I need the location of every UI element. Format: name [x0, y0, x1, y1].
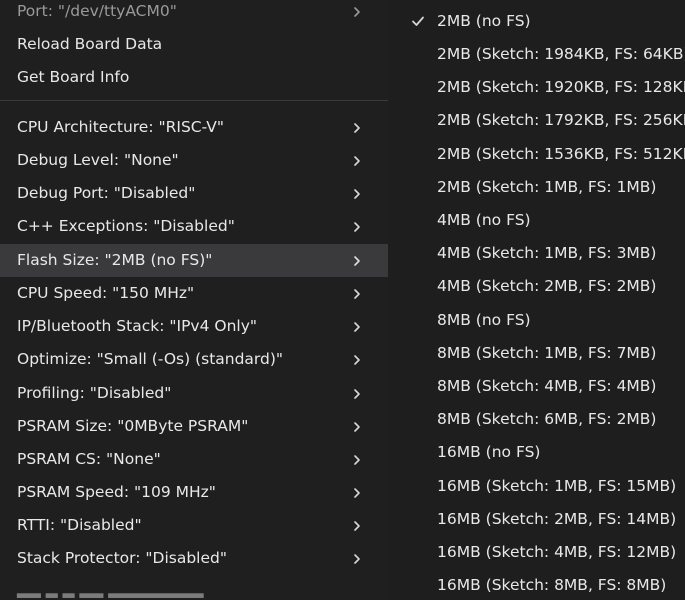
flash-option-label: 2MB (Sketch: 1MB, FS: 1MB) — [437, 177, 657, 196]
menu-item-flash-size[interactable]: Flash Size: "2MB (no FS)" — [0, 244, 388, 277]
menu-item-stack-protector[interactable]: Stack Protector: "Disabled" — [0, 542, 388, 575]
flash-option-label: 8MB (Sketch: 6MB, FS: 2MB) — [437, 409, 657, 428]
chevron-right-icon — [351, 553, 363, 565]
flash-option[interactable]: 16MB (Sketch: 4MB, FS: 12MB) — [389, 535, 685, 568]
clipped-menu-item: ▂▂ ▂ ▂ ▂▂ ▂▂▂▂▂▂▂▂ — [0, 586, 388, 600]
flash-option[interactable]: 2MB (Sketch: 1536KB, FS: 512KB) — [389, 137, 685, 170]
menu-item-reload-board-data[interactable]: Reload Board Data — [0, 28, 388, 61]
chevron-right-icon — [351, 6, 363, 18]
menu-item-debug-level[interactable]: Debug Level: "None" — [0, 144, 388, 177]
flash-option-label: 2MB (Sketch: 1536KB, FS: 512KB) — [437, 144, 685, 163]
menu-item-label: Profiling: "Disabled" — [17, 383, 172, 402]
menu-item-label: CPU Architecture: "RISC-V" — [17, 117, 225, 136]
menu-item-label: PSRAM CS: "None" — [17, 449, 161, 468]
board-menu-screen: Port: "/dev/ttyACM0" Reload Board Data G… — [0, 0, 685, 600]
menu-item-cpu-speed[interactable]: CPU Speed: "150 MHz" — [0, 277, 388, 310]
flash-option[interactable]: 16MB (no FS) — [389, 435, 685, 468]
flash-option[interactable]: 8MB (Sketch: 4MB, FS: 4MB) — [389, 369, 685, 402]
flash-option-label: 2MB (Sketch: 1920KB, FS: 128KB) — [437, 77, 685, 96]
menu-item-optimize[interactable]: Optimize: "Small (-Os) (standard)" — [0, 343, 388, 376]
menu-item-cpu-architecture[interactable]: CPU Architecture: "RISC-V" — [0, 111, 388, 144]
flash-size-submenu: 2MB (no FS) 2MB (Sketch: 1984KB, FS: 64K… — [389, 0, 685, 600]
flash-option-label: 16MB (no FS) — [437, 442, 541, 461]
menu-item-psram-speed[interactable]: PSRAM Speed: "109 MHz" — [0, 476, 388, 509]
menu-separator — [0, 100, 388, 101]
flash-option-label: 4MB (Sketch: 1MB, FS: 3MB) — [437, 243, 657, 262]
menu-item-get-board-info[interactable]: Get Board Info — [0, 61, 388, 94]
chevron-right-icon — [351, 487, 363, 499]
flash-option-label: 8MB (Sketch: 1MB, FS: 7MB) — [437, 343, 657, 362]
flash-option-label: 16MB (Sketch: 8MB, FS: 8MB) — [437, 575, 667, 594]
chevron-right-icon — [351, 454, 363, 466]
flash-option[interactable]: 16MB (Sketch: 1MB, FS: 15MB) — [389, 469, 685, 502]
menu-item-label: Debug Level: "None" — [17, 150, 179, 169]
tools-menu: Port: "/dev/ttyACM0" Reload Board Data G… — [0, 0, 388, 600]
menu-item-label: CPU Speed: "150 MHz" — [17, 283, 195, 302]
flash-option-label: 4MB (Sketch: 2MB, FS: 2MB) — [437, 276, 657, 295]
menu-item-port[interactable]: Port: "/dev/ttyACM0" — [0, 0, 388, 28]
menu-item-label: Flash Size: "2MB (no FS)" — [17, 250, 213, 269]
chevron-right-icon — [351, 354, 363, 366]
menu-item-label: PSRAM Size: "0MByte PSRAM" — [17, 416, 249, 435]
menu-item-label: Debug Port: "Disabled" — [17, 183, 196, 202]
menu-item-label: C++ Exceptions: "Disabled" — [17, 216, 235, 235]
flash-option-label: 4MB (no FS) — [437, 210, 531, 229]
flash-option[interactable]: 2MB (Sketch: 1792KB, FS: 256KB) — [389, 103, 685, 136]
menu-item-debug-port[interactable]: Debug Port: "Disabled" — [0, 177, 388, 210]
chevron-right-icon — [351, 421, 363, 433]
flash-option-label: 2MB (Sketch: 1984KB, FS: 64KB) — [437, 44, 685, 63]
flash-option[interactable]: 2MB (Sketch: 1MB, FS: 1MB) — [389, 170, 685, 203]
flash-option-label: 8MB (Sketch: 4MB, FS: 4MB) — [437, 376, 657, 395]
chevron-right-icon — [351, 221, 363, 233]
flash-option[interactable]: 4MB (no FS) — [389, 203, 685, 236]
menu-item-label: Reload Board Data — [17, 34, 163, 53]
menu-item-label: Optimize: "Small (-Os) (standard)" — [17, 349, 284, 368]
menu-item-psram-cs[interactable]: PSRAM CS: "None" — [0, 443, 388, 476]
check-icon — [411, 14, 425, 28]
chevron-right-icon — [351, 255, 363, 267]
chevron-right-icon — [351, 321, 363, 333]
menu-item-label: RTTI: "Disabled" — [17, 515, 142, 534]
menu-item-label: Stack Protector: "Disabled" — [17, 548, 227, 567]
chevron-right-icon — [351, 520, 363, 532]
flash-option[interactable]: 8MB (no FS) — [389, 303, 685, 336]
flash-option[interactable]: 4MB (Sketch: 1MB, FS: 3MB) — [389, 236, 685, 269]
menu-item-profiling[interactable]: Profiling: "Disabled" — [0, 377, 388, 410]
chevron-right-icon — [351, 155, 363, 167]
flash-option-label: 8MB (no FS) — [437, 310, 531, 329]
menu-item-rtti[interactable]: RTTI: "Disabled" — [0, 509, 388, 542]
flash-option-label: 2MB (Sketch: 1792KB, FS: 256KB) — [437, 110, 685, 129]
flash-option-label: 2MB (no FS) — [437, 11, 531, 30]
menu-item-label: Port: "/dev/ttyACM0" — [17, 1, 177, 20]
flash-option[interactable]: 16MB (Sketch: 2MB, FS: 14MB) — [389, 502, 685, 535]
menu-item-cpp-exceptions[interactable]: C++ Exceptions: "Disabled" — [0, 210, 388, 243]
flash-option[interactable]: 16MB (Sketch: 8MB, FS: 8MB) — [389, 568, 685, 600]
chevron-right-icon — [351, 122, 363, 134]
clipped-menu-label: ▂▂ ▂ ▂ ▂▂ ▂▂▂▂▂▂▂▂ — [17, 586, 204, 598]
menu-item-label: IP/Bluetooth Stack: "IPv4 Only" — [17, 316, 258, 335]
flash-option-label: 16MB (Sketch: 2MB, FS: 14MB) — [437, 509, 677, 528]
flash-option[interactable]: 2MB (Sketch: 1984KB, FS: 64KB) — [389, 37, 685, 70]
menu-item-label: PSRAM Speed: "109 MHz" — [17, 482, 216, 501]
menu-item-psram-size[interactable]: PSRAM Size: "0MByte PSRAM" — [0, 410, 388, 443]
chevron-right-icon — [351, 288, 363, 300]
flash-option-label: 16MB (Sketch: 1MB, FS: 15MB) — [437, 476, 677, 495]
flash-option[interactable]: 2MB (Sketch: 1920KB, FS: 128KB) — [389, 70, 685, 103]
flash-option[interactable]: 8MB (Sketch: 6MB, FS: 2MB) — [389, 402, 685, 435]
flash-option[interactable]: 4MB (Sketch: 2MB, FS: 2MB) — [389, 269, 685, 302]
menu-item-ip-bluetooth-stack[interactable]: IP/Bluetooth Stack: "IPv4 Only" — [0, 310, 388, 343]
flash-option-2mb-no-fs[interactable]: 2MB (no FS) — [389, 4, 685, 37]
chevron-right-icon — [351, 388, 363, 400]
menu-item-label: Get Board Info — [17, 67, 130, 86]
flash-option-label: 16MB (Sketch: 4MB, FS: 12MB) — [437, 542, 677, 561]
flash-option[interactable]: 8MB (Sketch: 1MB, FS: 7MB) — [389, 336, 685, 369]
chevron-right-icon — [351, 188, 363, 200]
